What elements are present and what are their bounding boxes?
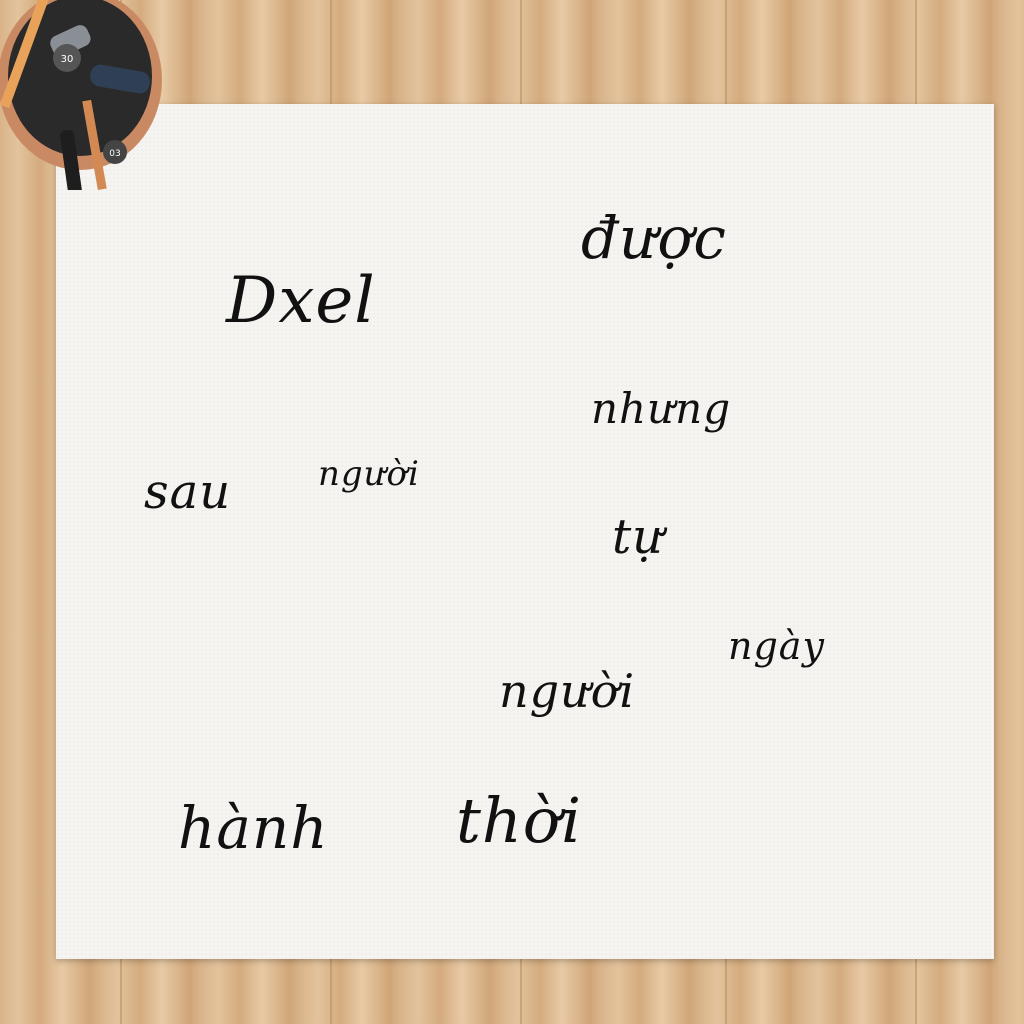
word-nguoi: người xyxy=(499,664,636,718)
word-dxel: Dxel xyxy=(226,264,376,338)
marker-label-30: 30 xyxy=(61,54,74,65)
pen-cup: 30 03 xyxy=(0,0,162,190)
marker-label-03: 03 xyxy=(109,149,120,159)
word-nhung: nhưng xyxy=(591,384,732,433)
word-thoi: thời xyxy=(456,784,583,857)
word-sau: sau xyxy=(144,464,232,520)
word-tu: tự xyxy=(612,509,665,565)
word-duoc: được xyxy=(581,204,727,272)
word-hanh: hành xyxy=(178,794,329,862)
word-ngay: ngày xyxy=(728,624,825,668)
paper-sheet: được Dxel nhưng sau người tự ngày người … xyxy=(56,104,994,959)
word-nguoi-small: người xyxy=(318,454,420,494)
